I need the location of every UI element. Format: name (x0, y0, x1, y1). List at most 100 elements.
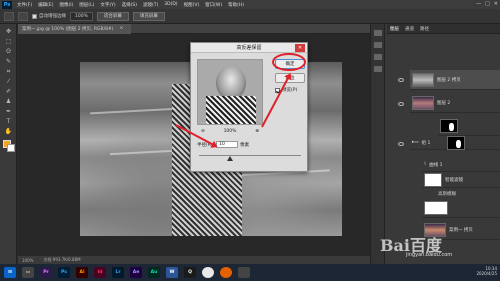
chrome-icon[interactable] (202, 267, 214, 278)
curves-icon: ⌇ (424, 162, 427, 167)
firefox-icon[interactable] (220, 267, 232, 278)
layer-thumbnail (412, 72, 434, 87)
maximize-button[interactable]: □ (485, 1, 490, 7)
swatches-icon[interactable] (374, 66, 382, 72)
preview-zoom-controls: ⊖ 100% ⊕ (197, 129, 263, 134)
radius-slider-thumb[interactable] (227, 156, 233, 161)
type-tool-icon[interactable]: T (3, 118, 14, 126)
quick-select-tool-icon[interactable]: ✎ (3, 58, 14, 66)
menu-file[interactable]: 文件(F) (14, 2, 35, 8)
preview-zoom-level: 100% (223, 129, 237, 134)
document-tab[interactable]: 案例一.jpg @ 100% (图层 2 拷贝, RGB/8#) × (18, 23, 132, 34)
image-texture (90, 107, 180, 115)
task-view-icon[interactable]: ▭ (22, 267, 34, 278)
visibility-eye-icon[interactable] (398, 78, 404, 82)
move-tool-icon[interactable]: ✥ (3, 28, 14, 36)
layer-row[interactable]: ⌇ 曲线 1 (422, 158, 500, 172)
start-windows-icon[interactable]: ⊞ (4, 267, 16, 278)
menu-bar: Ps 文件(F) 编辑(E) 图像(I) 图层(L) 文字(Y) 选择(S) 滤… (0, 0, 500, 9)
watermark-url: jingyan.baidu.com (406, 252, 453, 258)
menu-window[interactable]: 窗口(W) (202, 2, 225, 8)
layer-thumbnail (424, 200, 448, 215)
layer-name: 组 1 (421, 140, 431, 146)
panel-tabs: 图层 通道 路径 (387, 24, 500, 34)
stamp-tool-icon[interactable]: ♟ (3, 98, 14, 106)
menu-filter[interactable]: 滤镜(T) (140, 2, 161, 8)
folder-icon: ▸▭ (412, 140, 419, 145)
auto-enhance-label: 自动增强边缘 (39, 14, 66, 19)
layer-row[interactable]: 智能滤镜 (422, 172, 500, 188)
eyedropper-tool-icon[interactable]: ⁄ (3, 78, 14, 86)
after-effects-icon[interactable]: Ae (130, 267, 142, 278)
marquee-tool-icon[interactable]: ⬚ (3, 38, 14, 46)
menu-edit[interactable]: 编辑(E) (35, 2, 56, 8)
filter-preview[interactable] (197, 59, 263, 125)
tab-paths[interactable]: 路径 (420, 26, 429, 32)
menu-help[interactable]: 帮助(H) (225, 2, 247, 8)
close-button[interactable]: ✕ (494, 1, 498, 7)
layer-name: 曲线 1 (429, 162, 443, 168)
layer-group-row[interactable]: ▸▭ 组 1 (410, 135, 500, 150)
pen-tool-icon[interactable]: ✒ (3, 108, 14, 116)
close-tab-icon[interactable]: × (120, 26, 124, 31)
menu-view[interactable]: 视图(V) (181, 2, 203, 8)
layer-mask-thumbnail (440, 118, 458, 133)
fit-screen-button[interactable]: 适合屏幕 (96, 11, 129, 21)
dialog-title-bar: 高反差保留 ✕ (191, 43, 307, 53)
tab-layers[interactable]: 图层 (390, 26, 399, 32)
visibility-eye-icon[interactable] (398, 142, 404, 146)
brush-tool-icon[interactable]: ✐ (3, 88, 14, 96)
history-icon[interactable] (374, 30, 382, 36)
layer-row[interactable]: 图层 2 (410, 93, 500, 113)
layer-name: 智能滤镜 (445, 177, 463, 183)
qq-icon[interactable]: Q (184, 267, 196, 278)
layer-thumbnail (412, 95, 434, 110)
zoom-in-icon[interactable] (18, 11, 28, 21)
layer-row[interactable] (438, 116, 500, 136)
fill-screen-button[interactable]: 填充屏幕 (132, 11, 165, 21)
audition-icon[interactable]: Au (148, 267, 160, 278)
zoom-tool-icon[interactable] (4, 11, 14, 21)
radius-input[interactable]: 10 (216, 141, 239, 148)
menu-3d[interactable]: 3D(D) (161, 2, 180, 7)
dialog-close-button[interactable]: ✕ (295, 44, 305, 52)
document-tab-title: 案例一.jpg @ 100% (图层 2 拷贝, RGB/8#) (22, 26, 114, 32)
adjustments-icon[interactable] (374, 54, 382, 60)
properties-icon[interactable] (374, 42, 382, 48)
radius-unit: 像素 (240, 142, 250, 148)
zoom-field[interactable]: 100% (70, 11, 93, 21)
crop-tool-icon[interactable]: ⌗ (3, 68, 14, 76)
document-size: 文档:993.7K/6.88M (43, 257, 81, 262)
status-bar: 100% 文档:993.7K/6.88M (18, 256, 370, 264)
premiere-icon[interactable]: Pr (40, 267, 52, 278)
system-clock[interactable]: 10:34 2020/4/25 (476, 266, 497, 276)
menu-image[interactable]: 图像(I) (56, 2, 76, 8)
tab-channels[interactable]: 通道 (405, 26, 414, 32)
photoshop-taskbar-icon[interactable]: Ps (58, 267, 70, 278)
zoom-in-icon[interactable]: ⊕ (255, 129, 259, 134)
lasso-tool-icon[interactable]: ʘ (3, 48, 14, 56)
filter-name: 高斯模糊 (438, 192, 456, 197)
zoom-out-icon[interactable]: ⊖ (201, 129, 205, 134)
annotation-circle-ok (272, 53, 306, 71)
menu-type[interactable]: 文字(Y) (97, 2, 118, 8)
menu-select[interactable]: 选择(S) (119, 2, 140, 8)
auto-enhance-checkbox[interactable]: 自动增强边缘 (32, 13, 66, 19)
layer-row[interactable] (422, 198, 500, 218)
visibility-eye-icon[interactable] (398, 102, 404, 106)
word-icon[interactable]: W (166, 267, 178, 278)
file-explorer-icon[interactable] (238, 267, 250, 278)
illustrator-icon[interactable]: Ai (76, 267, 88, 278)
document-tab-bar: 案例一.jpg @ 100% (图层 2 拷贝, RGB/8#) × (18, 23, 370, 34)
background-color-swatch[interactable] (7, 144, 15, 152)
hand-tool-icon[interactable]: ✋ (3, 128, 14, 136)
checkbox-box[interactable] (32, 13, 37, 19)
window-controls: — □ ✕ (476, 1, 498, 7)
indesign-icon[interactable]: Id (94, 267, 106, 278)
minimize-button[interactable]: — (476, 1, 481, 7)
lightroom-icon[interactable]: Lr (112, 267, 124, 278)
layer-row[interactable]: 图层 2 拷贝 (410, 70, 500, 90)
menu-layer[interactable]: 图层(L) (76, 2, 97, 8)
radius-slider-track[interactable] (199, 155, 301, 156)
filter-entry-gaussian-blur[interactable]: 高斯模糊 (438, 191, 456, 197)
